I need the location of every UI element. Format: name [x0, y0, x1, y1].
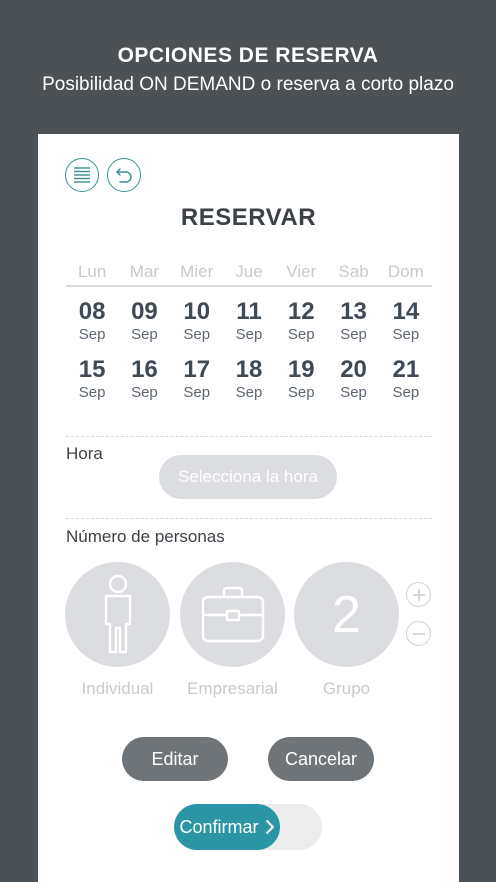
back-button[interactable]: [107, 158, 141, 192]
date-day: 11: [236, 298, 262, 325]
calendar-date[interactable]: 13 Sep: [327, 298, 379, 356]
menu-icon: [74, 167, 90, 183]
menu-button[interactable]: [65, 158, 99, 192]
calendar-date[interactable]: 20 Sep: [327, 356, 379, 414]
weekday-divider: [66, 285, 432, 287]
calendar-date[interactable]: 18 Sep: [223, 356, 275, 414]
date-month: Sep: [287, 384, 315, 401]
calendar-date[interactable]: 11 Sep: [223, 298, 275, 356]
date-month: Sep: [183, 384, 211, 401]
confirm-button[interactable]: Confirmar: [174, 804, 280, 850]
weekday-header: Lun Mar Mier Jue Vier Sab Dom: [66, 262, 432, 282]
date-month: Sep: [340, 384, 367, 401]
date-day: 14: [392, 298, 420, 325]
weekday-label: Jue: [235, 262, 263, 281]
date-day: 16: [131, 356, 158, 383]
individual-label: Individual: [81, 679, 154, 698]
confirm-label: Confirmar: [179, 816, 259, 837]
date-month: Sep: [78, 326, 106, 343]
weekday-label: Mier: [180, 262, 214, 281]
booking-card: RESERVAR Lun Mar Mier Jue Vier Sab Dom 0…: [38, 134, 459, 882]
date-day: 09: [131, 298, 158, 325]
individual-option[interactable]: [65, 562, 170, 667]
plus-icon: [412, 588, 425, 601]
cancel-button[interactable]: Cancelar: [268, 737, 374, 781]
date-month: Sep: [392, 384, 420, 401]
business-option[interactable]: [180, 562, 285, 667]
weekday-label: Mar: [129, 262, 160, 281]
calendar-date[interactable]: 16 Sep: [118, 356, 170, 414]
calendar-date[interactable]: 21 Sep: [380, 356, 432, 414]
person-icon: [104, 574, 131, 653]
date-day: 10: [183, 298, 211, 325]
calendar-date[interactable]: 17 Sep: [171, 356, 223, 414]
edit-button[interactable]: Editar: [122, 737, 228, 781]
business-label: Empresarial: [187, 679, 278, 698]
date-month: Sep: [78, 384, 106, 401]
group-label: Grupo: [322, 679, 371, 698]
date-month: Sep: [392, 326, 420, 343]
date-day: 18: [235, 356, 263, 383]
minus-icon: [412, 632, 425, 635]
date-month: Sep: [235, 384, 263, 401]
back-icon: [116, 168, 132, 183]
calendar-week-row: 15 Sep 16 Sep 17 Sep 18 Sep 19 Sep 20 Sep 21 Se…: [66, 356, 432, 414]
section-divider: [66, 518, 432, 519]
section-divider: [66, 436, 432, 437]
date-day: 17: [183, 356, 211, 383]
date-month: Sep: [183, 326, 211, 343]
page-header: OPCIONES DE RESERVA Posibilidad ON DEMAN…: [0, 44, 496, 96]
date-month: Sep: [287, 326, 315, 343]
date-day: 19: [287, 356, 315, 383]
decrement-button[interactable]: [406, 621, 431, 646]
page-subtitle: Posibilidad ON DEMAND o reserva a corto …: [42, 74, 454, 95]
chevron-right-icon: [265, 820, 274, 834]
date-day: 08: [78, 298, 106, 325]
increment-button[interactable]: [406, 582, 431, 607]
date-month: Sep: [131, 326, 158, 343]
calendar-date[interactable]: 12 Sep: [275, 298, 327, 356]
date-month: Sep: [340, 326, 367, 343]
hour-label: Hora: [66, 444, 103, 463]
calendar-grid: 08 Sep 09 Sep 10 Sep 11 Sep 12 Sep 13 Sep 14 Se…: [66, 298, 432, 414]
weekday-label: Sab: [338, 262, 369, 281]
date-day: 20: [340, 356, 367, 383]
weekday-label: Vier: [286, 262, 317, 281]
date-day: 13: [340, 298, 367, 325]
calendar-week-row: 08 Sep 09 Sep 10 Sep 11 Sep 12 Sep 13 Sep 14 Se…: [66, 298, 432, 356]
briefcase-icon: [201, 586, 264, 642]
date-day: 15: [78, 356, 106, 383]
booking-title: RESERVAR: [180, 204, 317, 231]
date-day: 21: [392, 356, 420, 383]
calendar-date[interactable]: 19 Sep: [275, 356, 327, 414]
page-title: OPCIONES DE RESERVA: [117, 44, 379, 67]
weekday-label: Lun: [77, 262, 107, 281]
date-month: Sep: [131, 384, 158, 401]
date-month: Sep: [235, 326, 263, 343]
calendar-date[interactable]: 14 Sep: [380, 298, 432, 356]
group-option[interactable]: 2: [294, 562, 399, 667]
calendar-date[interactable]: 15 Sep: [66, 356, 118, 414]
calendar-date[interactable]: 08 Sep: [66, 298, 118, 356]
calendar-date[interactable]: 09 Sep: [118, 298, 170, 356]
people-label: Número de personas: [66, 527, 225, 546]
select-hour-button[interactable]: Selecciona la hora: [159, 455, 337, 499]
weekday-label: Dom: [387, 262, 424, 281]
group-count: 2: [332, 585, 361, 644]
calendar-date[interactable]: 10 Sep: [171, 298, 223, 356]
date-day: 12: [287, 298, 315, 325]
